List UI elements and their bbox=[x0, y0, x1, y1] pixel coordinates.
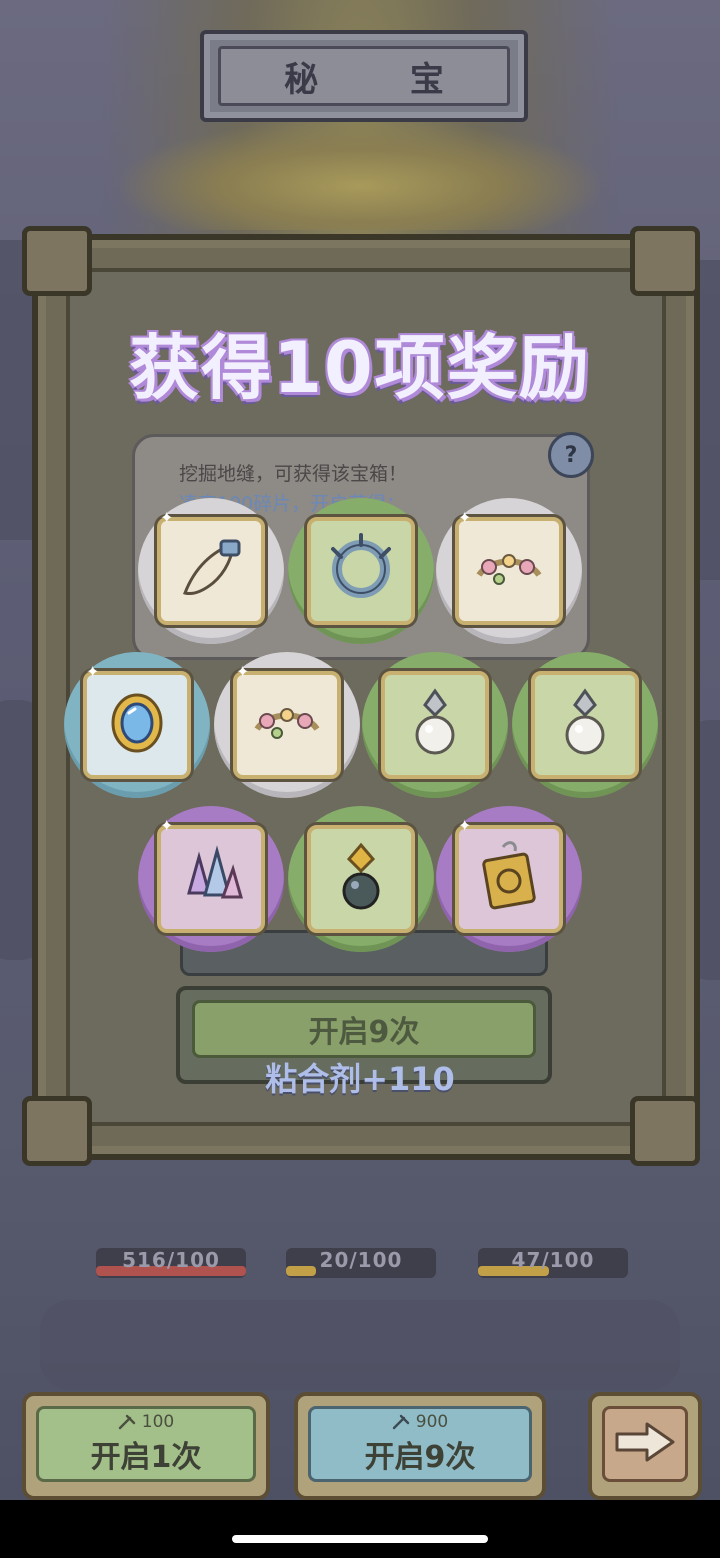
open-nine-button[interactable]: 900 开启9次 bbox=[294, 1392, 546, 1500]
progress-label: 516/100 bbox=[122, 1248, 220, 1272]
reward-item[interactable]: ✦ bbox=[214, 652, 360, 798]
reward-card bbox=[157, 517, 265, 625]
sparkle-icon: ✦ bbox=[458, 816, 472, 835]
open-nine-cost-value: 900 bbox=[415, 1412, 449, 1432]
reward-item[interactable] bbox=[512, 652, 658, 798]
reward-card bbox=[381, 671, 489, 779]
open-once-face: 100 开启1次 bbox=[36, 1406, 256, 1482]
reward-item[interactable]: ✦ bbox=[436, 806, 582, 952]
golden-amulet-icon bbox=[467, 835, 551, 923]
flower-wreath-icon bbox=[467, 527, 551, 615]
reward-item[interactable]: ✦ bbox=[138, 498, 284, 644]
fang-tooth-icon bbox=[169, 527, 253, 615]
pickaxe-icon bbox=[118, 1414, 136, 1430]
system-bar bbox=[0, 1500, 720, 1558]
help-icon[interactable]: ? bbox=[548, 432, 594, 478]
blue-gem-mirror-icon bbox=[95, 681, 179, 769]
pearl-pendant-icon bbox=[543, 681, 627, 769]
open-once-button[interactable]: 100 开启1次 bbox=[22, 1392, 270, 1500]
next-face bbox=[602, 1406, 688, 1482]
open-once-cost-value: 100 bbox=[141, 1412, 175, 1432]
panel-open-label: 开启9次 bbox=[192, 1000, 536, 1058]
arrow-right-icon bbox=[613, 1420, 677, 1468]
open-once-cost: 100 bbox=[118, 1412, 174, 1432]
reward-card bbox=[455, 517, 563, 625]
pickaxe-icon bbox=[392, 1414, 410, 1430]
claw-ring-icon bbox=[319, 527, 403, 615]
reward-card bbox=[307, 825, 415, 933]
reward-item[interactable]: ✦ bbox=[436, 498, 582, 644]
reward-item[interactable] bbox=[288, 498, 434, 644]
sparkle-icon: ✦ bbox=[160, 816, 174, 835]
next-button[interactable] bbox=[588, 1392, 702, 1500]
progress-bar: 516/100 bbox=[96, 1248, 246, 1278]
reward-card bbox=[307, 517, 415, 625]
sparkle-icon: ✦ bbox=[458, 508, 472, 527]
reward-card bbox=[233, 671, 341, 779]
progress-bar: 20/100 bbox=[286, 1248, 436, 1278]
reward-item[interactable] bbox=[288, 806, 434, 952]
black-pearl-pendant-icon bbox=[319, 835, 403, 923]
open-once-label: 开启1次 bbox=[90, 1440, 202, 1475]
frame-corner bbox=[630, 226, 700, 296]
progress-label: 47/100 bbox=[511, 1248, 595, 1272]
reward-item[interactable] bbox=[362, 652, 508, 798]
sparkle-icon: ✦ bbox=[86, 662, 100, 681]
progress-label: 20/100 bbox=[319, 1248, 403, 1272]
info-text: 挖掘地缝，可获得该宝箱！ bbox=[179, 463, 408, 485]
progress-bar: 47/100 bbox=[478, 1248, 628, 1278]
pearl-pendant-icon bbox=[393, 681, 477, 769]
flower-wreath-icon bbox=[245, 681, 329, 769]
open-nine-label: 开启9次 bbox=[364, 1440, 476, 1475]
home-indicator[interactable] bbox=[232, 1535, 488, 1543]
frame-corner bbox=[630, 1096, 700, 1166]
open-nine-face: 900 开启9次 bbox=[308, 1406, 532, 1482]
reward-card bbox=[455, 825, 563, 933]
reward-banner: 获得10项奖励 bbox=[129, 327, 591, 409]
reward-card bbox=[83, 671, 191, 779]
glue-reward-text: 粘合剂+110 bbox=[265, 1060, 455, 1098]
reward-card bbox=[531, 671, 639, 779]
crystal-cluster-icon bbox=[169, 835, 253, 923]
reward-card bbox=[157, 825, 265, 933]
frame-corner bbox=[22, 226, 92, 296]
reward-item[interactable]: ✦ bbox=[138, 806, 284, 952]
reward-item[interactable]: ✦ bbox=[64, 652, 210, 798]
open-nine-cost: 900 bbox=[392, 1412, 448, 1432]
treasure-pile bbox=[120, 120, 600, 230]
sparkle-icon: ✦ bbox=[236, 662, 250, 681]
title-plate: 秘 宝 bbox=[200, 30, 528, 122]
page-title: 秘 宝 bbox=[218, 46, 510, 106]
sparkle-icon: ✦ bbox=[160, 508, 174, 527]
frame-corner bbox=[22, 1096, 92, 1166]
